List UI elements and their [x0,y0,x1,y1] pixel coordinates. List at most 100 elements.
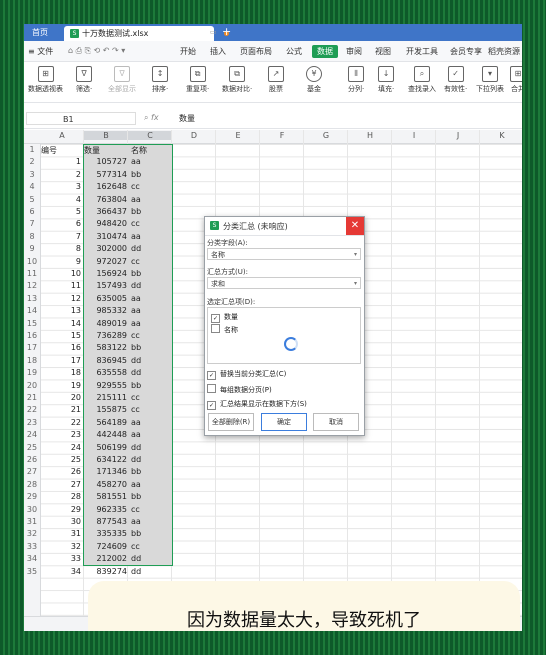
home-tab[interactable]: 首页 [28,26,52,39]
checkbox-icon[interactable] [207,384,216,393]
cell-a[interactable]: 9 [41,257,81,266]
cell-a[interactable]: 23 [41,430,81,439]
table-row[interactable]: 5 4 763804 aa [24,194,174,206]
cell-c[interactable]: cc [131,182,171,191]
menu-formula[interactable]: 公式 [286,46,302,57]
table-row[interactable]: 10 9 972027 cc [24,256,174,268]
remove-all-button[interactable]: 全部删除(R) [208,413,254,431]
cell-a[interactable]: 25 [41,455,81,464]
table-row[interactable]: 14 13 985332 aa [24,305,174,317]
cell-b[interactable]: 634122 [84,455,127,464]
col-header-f[interactable]: F [260,131,304,140]
cell-c[interactable]: aa [131,157,171,166]
cell-a[interactable]: 1 [41,157,81,166]
dropdown-list-button[interactable]: ▾ 下拉列表 [476,66,504,94]
col-header-j[interactable]: J [436,131,480,140]
cell-c[interactable]: bb [131,381,171,390]
cell-b[interactable]: 877543 [84,517,127,526]
cell-a[interactable]: 29 [41,505,81,514]
col-header-e[interactable]: E [216,131,260,140]
cell-b[interactable]: 458270 [84,480,127,489]
table-row[interactable]: 12 11 157493 dd [24,280,174,292]
checkbox-checked-icon[interactable]: ✓ [207,371,216,380]
cell-b[interactable]: 577314 [84,170,127,179]
cell-b[interactable]: 635558 [84,368,127,377]
cell-a[interactable]: 21 [41,405,81,414]
cell-c[interactable]: dd [131,455,171,464]
validation-button[interactable]: ✓ 有效性· [444,66,467,94]
menu-layout[interactable]: 页面布局 [240,46,272,57]
table-row[interactable]: 8 7 310474 aa [24,231,174,243]
monitor-icon[interactable]: ▭ [210,28,217,36]
cell-b[interactable]: 162648 [84,182,127,191]
cell-c[interactable]: bb [131,170,171,179]
quick-access-icons[interactable]: ⌂ ⎙ ⎘ ⟲ ↶ ↷ ▾ [68,46,125,56]
cell-a[interactable]: 7 [41,232,81,241]
merge-button[interactable]: ⊞ 合并 [510,66,522,94]
option-replace[interactable]: ✓ 替换当前分类汇总(C) [207,369,286,380]
fund-button[interactable]: ¥ 基金 [306,66,322,94]
cell-b[interactable]: 985332 [84,306,127,315]
compare-button[interactable]: ⧉ 数据对比· [222,66,252,94]
cell-b[interactable]: 635005 [84,294,127,303]
cell-a[interactable]: 15 [41,331,81,340]
cell-b[interactable]: 335335 [84,529,127,538]
cell-a[interactable]: 26 [41,467,81,476]
cell-a[interactable]: 28 [41,492,81,501]
cell-b[interactable]: 763804 [84,195,127,204]
table-row[interactable]: 19 18 635558 dd [24,367,174,379]
item-quantity[interactable]: ✓ 数量 [211,312,238,323]
cell-a[interactable]: 20 [41,393,81,402]
cell-a[interactable]: 16 [41,343,81,352]
cell-c[interactable]: cc [131,219,171,228]
cell-b[interactable]: 215111 [84,393,127,402]
cell-c[interactable]: cc [131,405,171,414]
col-header-a[interactable]: A [41,131,83,140]
table-row[interactable]: 18 17 836945 dd [24,355,174,367]
cell-a[interactable]: 4 [41,195,81,204]
cell-a[interactable]: 24 [41,443,81,452]
method-select[interactable]: 求和 ▾ [207,277,361,289]
table-row[interactable]: 31 30 877543 aa [24,516,174,528]
cell-c[interactable]: dd [131,281,171,290]
table-row[interactable]: 7 6 948420 cc [24,218,174,230]
table-row[interactable]: 33 32 724609 cc [24,541,174,553]
table-row[interactable]: 11 10 156924 bb [24,268,174,280]
cell-c[interactable]: aa [131,294,171,303]
cell-c[interactable]: aa [131,418,171,427]
cell-a[interactable]: 17 [41,356,81,365]
menu-member[interactable]: 会员专享 [450,46,482,57]
cell-a[interactable]: 13 [41,306,81,315]
file-tab[interactable]: S 十万数据测试.xlsx ▭ [64,26,229,41]
cell-a[interactable]: 18 [41,368,81,377]
table-row[interactable]: 6 5 366437 bb [24,206,174,218]
cell-c[interactable]: aa [131,430,171,439]
header-cell-b[interactable]: 数量 [84,145,127,156]
cell-a[interactable]: 22 [41,418,81,427]
show-all-button[interactable]: ∇ 全部显示 [108,66,136,94]
table-row[interactable]: 35 34 839274 dd [24,566,174,578]
table-row[interactable]: 4 3 162648 cc [24,181,174,193]
cell-b[interactable]: 962335 [84,505,127,514]
cell-b[interactable]: 155875 [84,405,127,414]
checkbox-icon[interactable] [211,324,220,333]
cell-b[interactable]: 156924 [84,269,127,278]
close-icon[interactable]: ✕ [346,217,364,235]
cell-a[interactable]: 31 [41,529,81,538]
table-row[interactable]: 27 26 171346 bb [24,466,174,478]
cell-b[interactable]: 442448 [84,430,127,439]
duplicates-button[interactable]: ⧉ 重复项· [186,66,209,94]
table-row[interactable]: 23 22 564189 aa [24,417,174,429]
cell-a[interactable]: 14 [41,319,81,328]
cell-c[interactable]: dd [131,443,171,452]
cell-b[interactable]: 302000 [84,244,127,253]
menu-dev[interactable]: 开发工具 [406,46,438,57]
cell-b[interactable]: 489019 [84,319,127,328]
col-header-h[interactable]: H [348,131,392,140]
cell-c[interactable]: dd [131,554,171,563]
cell-c[interactable]: cc [131,542,171,551]
col-header-d[interactable]: D [172,131,216,140]
new-tab-button[interactable]: + [222,25,231,38]
col-header-c[interactable]: C [128,131,172,140]
header-row[interactable]: 1 编号 数量 名称 [24,144,174,156]
